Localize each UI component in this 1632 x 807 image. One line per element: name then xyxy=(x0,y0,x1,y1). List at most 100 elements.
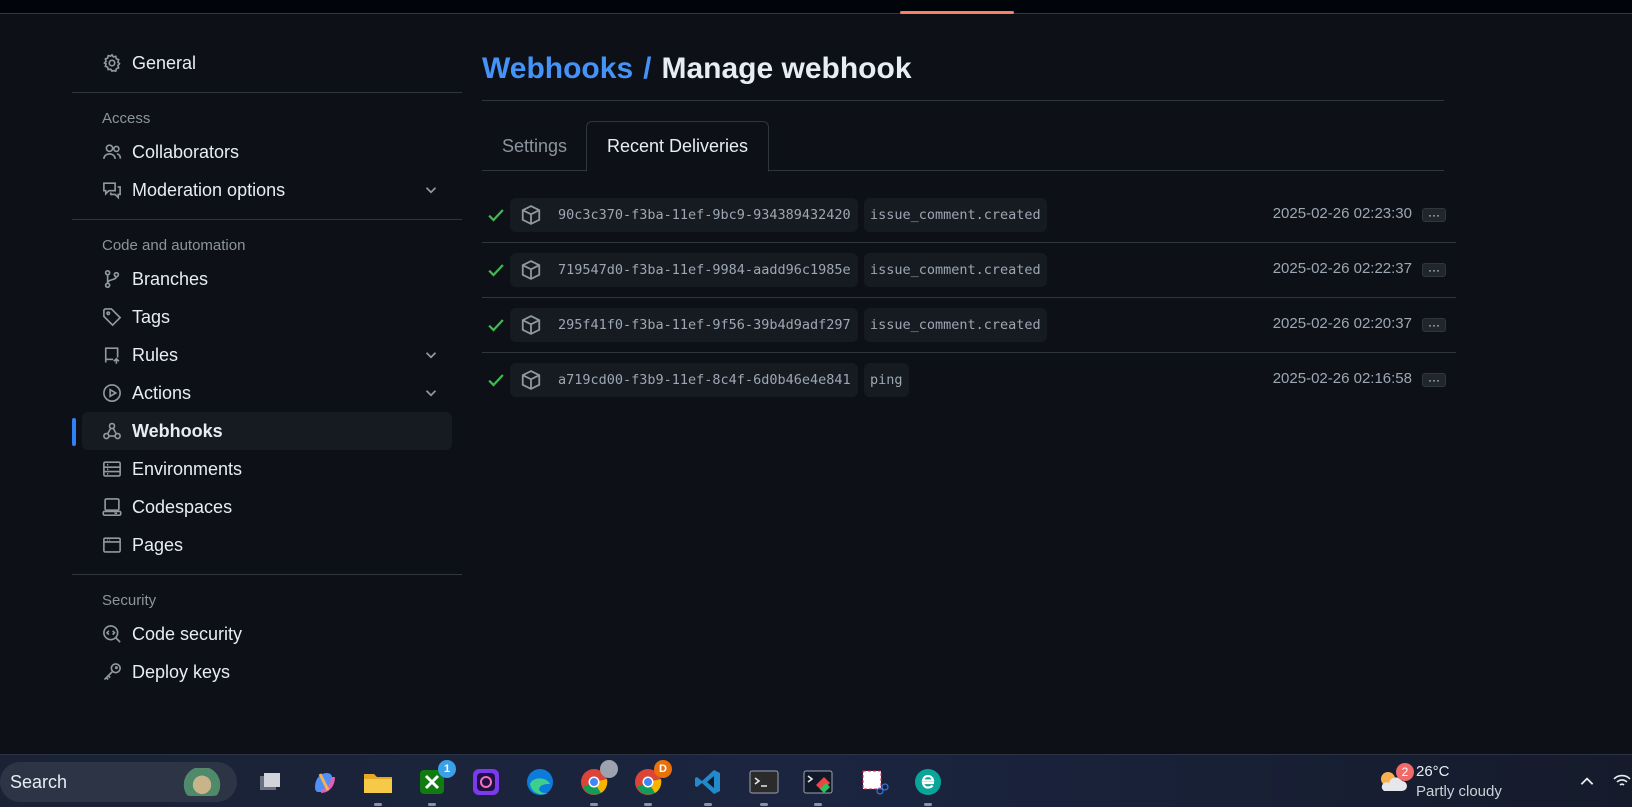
delivery-row[interactable]: 295f41f0-f3ba-11ef-9f56-39b4d9adf297 iss… xyxy=(482,298,1456,353)
terminal-alt-icon[interactable] xyxy=(800,764,836,806)
terminal-icon[interactable] xyxy=(746,764,782,806)
sidebar-item-pages[interactable]: Pages xyxy=(82,526,452,564)
running-indicator xyxy=(814,803,822,806)
taskbar-search[interactable]: Search xyxy=(0,762,237,802)
sidebar-divider xyxy=(72,92,462,93)
delivery-guid[interactable]: 719547d0-f3ba-11ef-9984-aadd96c1985e xyxy=(510,253,858,287)
check-icon xyxy=(488,374,504,387)
file-explorer-icon[interactable] xyxy=(360,764,396,806)
delivery-timestamp: 2025-02-26 02:20:37 xyxy=(1272,315,1412,332)
sidebar-heading-security: Security xyxy=(102,591,157,609)
xbox-badge: 1 xyxy=(438,760,456,778)
xbox-icon[interactable]: 1 xyxy=(414,760,456,806)
sidebar-item-label: Tags xyxy=(132,306,171,327)
running-indicator xyxy=(428,803,436,806)
task-view-icon[interactable] xyxy=(252,764,288,800)
delivery-guid-text: 90c3c370-f3ba-11ef-9bc9-934389432420 xyxy=(558,207,851,223)
sidebar-item-label: Pages xyxy=(132,534,184,555)
comment-discussion-icon xyxy=(102,180,122,200)
wifi-icon[interactable] xyxy=(1612,771,1632,791)
chevron-up-icon[interactable] xyxy=(1578,773,1596,791)
server-icon xyxy=(102,459,122,479)
webhook-main: Webhooks / Manage webhook Settings Recen… xyxy=(482,48,1444,172)
sidebar-item-label: Actions xyxy=(132,382,192,403)
sidebar-divider xyxy=(72,574,462,575)
key-icon xyxy=(102,662,122,682)
sidebar-heading-access: Access xyxy=(102,109,151,127)
sidebar-item-codespaces[interactable]: Codespaces xyxy=(82,488,452,526)
sidebar-item-code-security[interactable]: Code security xyxy=(82,615,452,653)
webhook-icon xyxy=(102,421,122,441)
sidebar-item-general[interactable]: General xyxy=(82,44,452,82)
eset-icon[interactable] xyxy=(910,764,946,806)
delivery-event: ping xyxy=(864,363,909,397)
snipping-tool-icon[interactable] xyxy=(856,764,892,800)
weather-temperature: 26°C xyxy=(1416,763,1450,780)
sidebar-item-label: Deploy keys xyxy=(132,661,231,682)
repo-push-icon xyxy=(102,345,122,365)
sidebar-item-deploy-keys[interactable]: Deploy keys xyxy=(82,653,452,691)
delivery-more-button[interactable]: ··· xyxy=(1422,318,1446,332)
chevron-down-icon xyxy=(425,390,437,397)
tag-icon xyxy=(102,307,122,327)
weather-widget[interactable]: 2 26°C Partly cloudy xyxy=(1376,761,1516,803)
active-tab-indicator xyxy=(900,11,1014,14)
gear-icon xyxy=(102,53,122,73)
browser-top-strip xyxy=(0,0,1632,14)
sidebar-item-environments[interactable]: Environments xyxy=(82,450,452,488)
chat-app-icon[interactable] xyxy=(468,764,504,800)
edge-icon[interactable] xyxy=(522,764,558,800)
sidebar-item-label: Rules xyxy=(132,344,179,365)
sidebar-item-label: Codespaces xyxy=(132,496,233,517)
check-icon xyxy=(488,209,504,222)
sidebar-item-collaborators[interactable]: Collaborators xyxy=(82,133,452,171)
deliveries-list: 90c3c370-f3ba-11ef-9bc9-934389432420 iss… xyxy=(482,188,1456,408)
tab-recent-deliveries[interactable]: Recent Deliveries xyxy=(586,121,770,172)
delivery-event: issue_comment.created xyxy=(864,198,1047,232)
delivery-guid[interactable]: a719cd00-f3b9-11ef-8c4f-6d0b46e4e841 xyxy=(510,363,858,397)
delivery-guid[interactable]: 295f41f0-f3ba-11ef-9f56-39b4d9adf297 xyxy=(510,308,858,342)
delivery-more-button[interactable]: ··· xyxy=(1422,373,1446,387)
sidebar-divider xyxy=(72,219,462,220)
webhook-tabs: Settings Recent Deliveries xyxy=(482,121,1444,172)
page-title: Webhooks / Manage webhook xyxy=(482,48,1444,90)
chrome-avatar-badge xyxy=(600,760,618,778)
title-divider xyxy=(482,100,1444,101)
copilot-icon[interactable] xyxy=(306,764,342,800)
vscode-icon[interactable] xyxy=(690,764,726,806)
delivery-row[interactable]: a719cd00-f3b9-11ef-8c4f-6d0b46e4e841 pin… xyxy=(482,353,1456,408)
sidebar-item-label: Moderation options xyxy=(132,179,286,200)
delivery-guid-text: 719547d0-f3ba-11ef-9984-aadd96c1985e xyxy=(558,262,851,278)
sidebar-item-branches[interactable]: Branches xyxy=(82,260,452,298)
chevron-down-icon xyxy=(425,352,437,359)
sidebar-item-rules[interactable]: Rules xyxy=(82,336,452,374)
running-indicator xyxy=(374,803,382,806)
delivery-guid-text: a719cd00-f3b9-11ef-8c4f-6d0b46e4e841 xyxy=(558,372,851,388)
chrome-profile-badge: D xyxy=(654,760,672,778)
sidebar-item-actions[interactable]: Actions xyxy=(82,374,452,412)
running-indicator xyxy=(644,803,652,806)
delivery-guid[interactable]: 90c3c370-f3ba-11ef-9bc9-934389432420 xyxy=(510,198,858,232)
delivery-event: issue_comment.created xyxy=(864,253,1047,287)
delivery-more-button[interactable]: ··· xyxy=(1422,263,1446,277)
weather-badge: 2 xyxy=(1396,763,1414,781)
tab-settings[interactable]: Settings xyxy=(482,121,587,171)
sidebar-item-label: Webhooks xyxy=(132,420,223,441)
chevron-down-icon xyxy=(425,187,437,194)
delivery-row[interactable]: 719547d0-f3ba-11ef-9984-aadd96c1985e iss… xyxy=(482,243,1456,298)
sidebar-item-webhooks[interactable]: Webhooks xyxy=(72,412,452,450)
breadcrumb-webhooks-link[interactable]: Webhooks xyxy=(482,52,633,86)
check-icon xyxy=(488,264,504,277)
delivery-more-button[interactable]: ··· xyxy=(1422,208,1446,222)
chrome-icon[interactable]: D xyxy=(630,760,672,806)
check-icon xyxy=(488,319,504,332)
settings-sidebar: General Access Collaborators Moderation … xyxy=(72,44,462,691)
sidebar-item-moderation[interactable]: Moderation options xyxy=(82,171,452,209)
chrome-profile-icon[interactable] xyxy=(576,760,618,806)
sidebar-item-tags[interactable]: Tags xyxy=(82,298,452,336)
delivery-timestamp: 2025-02-26 02:23:30 xyxy=(1272,205,1412,222)
delivery-timestamp: 2025-02-26 02:22:37 xyxy=(1272,260,1412,277)
package-icon xyxy=(521,205,541,225)
delivery-row[interactable]: 90c3c370-f3ba-11ef-9bc9-934389432420 iss… xyxy=(482,188,1456,243)
search-highlight-image xyxy=(177,768,227,796)
